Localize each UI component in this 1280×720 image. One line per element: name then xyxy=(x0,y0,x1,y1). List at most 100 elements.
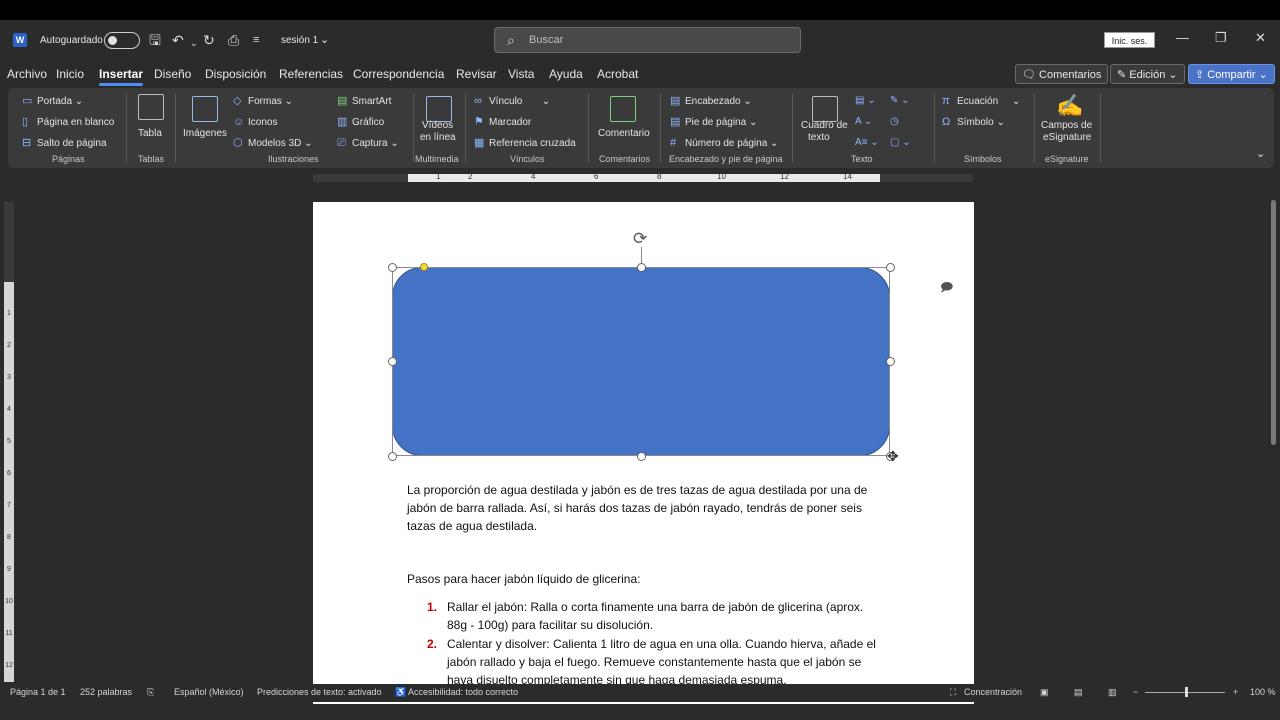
table-icon[interactable] xyxy=(138,94,164,120)
tab-vista[interactable]: Vista xyxy=(508,67,534,81)
tab-disposicion[interactable]: Disposición xyxy=(205,67,266,81)
video-label-2[interactable]: en línea xyxy=(420,132,456,144)
print-layout-icon[interactable]: ▤ xyxy=(1074,687,1083,698)
document-title[interactable]: sesión 1 xyxy=(281,35,318,46)
wordart-icon[interactable]: A ⌄ xyxy=(855,116,872,128)
tab-ayuda[interactable]: Ayuda xyxy=(549,67,583,81)
zoom-slider-knob[interactable] xyxy=(1185,687,1188,697)
resize-handle[interactable] xyxy=(886,263,895,272)
video-label-1[interactable]: Vídeos xyxy=(422,120,453,132)
table-button-label[interactable]: Tabla xyxy=(138,128,162,140)
header-button[interactable]: ▤ Encabezado ⌄ xyxy=(670,95,752,108)
document-page[interactable]: ⟳ 🗩 ✥ La proporción de agua destilada y … xyxy=(313,202,974,704)
date-time-icon[interactable]: ◷ xyxy=(890,116,899,128)
equation-button[interactable]: π Ecuación ⌄ xyxy=(942,95,1020,108)
close-icon[interactable]: ✕ xyxy=(1255,30,1266,46)
blank-page-button[interactable]: ▯ Página en blanco xyxy=(22,116,114,129)
link-button[interactable]: ∞ Vínculo ⌄ xyxy=(474,95,550,108)
tab-acrobat[interactable]: Acrobat xyxy=(597,67,638,81)
restore-icon[interactable]: ❐ xyxy=(1215,30,1227,46)
footer-button[interactable]: ▤ Pie de página ⌄ xyxy=(670,116,757,129)
zoom-level[interactable]: 100 % xyxy=(1250,687,1276,697)
resize-handle[interactable] xyxy=(637,452,646,461)
capture-button[interactable]: ⎚ Captura ⌄ xyxy=(337,137,399,150)
search-box[interactable]: ⌕ Buscar xyxy=(494,27,801,53)
quick-parts-icon[interactable]: ▤ ⌄ xyxy=(855,95,876,107)
vertical-scrollbar[interactable] xyxy=(1268,188,1278,684)
undo-dropdown-icon[interactable]: ⌄ xyxy=(190,35,198,51)
language-status[interactable]: Español (México) xyxy=(174,687,244,697)
print-icon[interactable]: ⎙ xyxy=(228,32,239,48)
page-break-button[interactable]: ⊟ Salto de página xyxy=(22,137,107,150)
autosave-toggle[interactable] xyxy=(104,32,140,49)
customize-toolbar-icon[interactable]: ≡ xyxy=(253,32,259,48)
resize-handle[interactable] xyxy=(886,357,895,366)
tab-revisar[interactable]: Revisar xyxy=(456,67,497,81)
minimize-icon[interactable]: — xyxy=(1176,30,1189,45)
images-icon[interactable] xyxy=(192,96,218,122)
link-label: Vínculo xyxy=(489,96,523,107)
tab-insertar[interactable]: Insertar xyxy=(99,67,144,86)
accessibility-status[interactable]: Accesibilidad: todo correcto xyxy=(408,687,518,697)
focus-button[interactable]: Concentración xyxy=(964,687,1022,697)
textbox-icon[interactable] xyxy=(812,96,838,122)
textbox-label-2[interactable]: texto xyxy=(808,132,830,144)
comment-marker-icon[interactable]: 🗩 xyxy=(940,278,953,299)
word-count[interactable]: 252 palabras xyxy=(80,687,132,697)
undo-icon[interactable]: ↶ xyxy=(172,32,184,48)
page-count[interactable]: Página 1 de 1 xyxy=(10,687,66,697)
paragraph-line: La proporción de agua destilada y jabón … xyxy=(407,483,868,497)
signin-button[interactable]: Inic. ses. xyxy=(1104,32,1155,48)
proofing-icon[interactable]: ⎘ xyxy=(147,687,154,698)
web-layout-icon[interactable]: ▥ xyxy=(1108,687,1117,698)
title-chevron-icon[interactable]: ⌄ xyxy=(320,33,329,46)
icons-icon: ☺ xyxy=(233,116,245,128)
esign-label-1[interactable]: Campos de xyxy=(1041,120,1092,132)
editing-button[interactable]: ✎ Edición ⌄ xyxy=(1110,64,1185,84)
separator xyxy=(175,94,176,162)
tab-archivo[interactable]: Archivo xyxy=(7,67,47,81)
cover-page-button[interactable]: ▭ Portada ⌄ xyxy=(22,95,83,108)
video-icon[interactable] xyxy=(426,96,452,122)
horizontal-ruler[interactable]: 1 2 4 6 8 10 12 14 xyxy=(0,170,1280,186)
smartart-button[interactable]: ▤ SmartArt xyxy=(337,95,391,108)
tab-diseno[interactable]: Diseño xyxy=(154,67,191,81)
3d-models-button[interactable]: ⬡ Modelos 3D ⌄ xyxy=(233,137,313,150)
zoom-out-icon[interactable]: − xyxy=(1133,687,1138,697)
share-button[interactable]: ⇪ Compartir ⌄ xyxy=(1188,64,1275,84)
tab-inicio[interactable]: Inicio xyxy=(56,67,84,81)
signature-line-icon[interactable]: ✎ ⌄ xyxy=(890,95,910,107)
dropcap-icon[interactable]: A≡ ⌄ xyxy=(855,137,879,149)
redo-icon[interactable]: ↻ xyxy=(203,32,215,48)
tab-correspondencia[interactable]: Correspondencia xyxy=(353,67,444,81)
predictions-status[interactable]: Predicciones de texto: activado xyxy=(257,687,382,697)
zoom-in-icon[interactable]: + xyxy=(1233,687,1238,697)
rotate-handle-icon[interactable]: ⟳ xyxy=(633,229,647,249)
bookmark-button[interactable]: ⚑ Marcador xyxy=(474,116,531,129)
symbol-button[interactable]: Ω Símbolo ⌄ xyxy=(942,116,1005,129)
textbox-label-1[interactable]: Cuadro de xyxy=(801,120,848,132)
page-number-button[interactable]: # Número de página ⌄ xyxy=(670,137,778,150)
new-comment-icon[interactable] xyxy=(610,96,636,122)
images-button-label[interactable]: Imágenes xyxy=(183,128,227,140)
adjust-corner-handle[interactable] xyxy=(420,263,428,271)
scrollbar-thumb[interactable] xyxy=(1271,200,1276,445)
esign-label-2[interactable]: eSignature xyxy=(1043,132,1091,144)
resize-handle[interactable] xyxy=(388,263,397,272)
read-mode-icon[interactable]: ▣ xyxy=(1040,687,1049,698)
save-icon[interactable]: 🖫 xyxy=(149,32,161,48)
resize-handle[interactable] xyxy=(388,452,397,461)
chart-button[interactable]: ▥ Gráfico xyxy=(337,116,384,129)
comment-button-label[interactable]: Comentario xyxy=(598,128,650,140)
object-icon[interactable]: ▢ ⌄ xyxy=(890,137,911,149)
icons-button[interactable]: ☺ Iconos xyxy=(233,116,277,129)
esignature-icon[interactable]: ✍ xyxy=(1056,94,1083,118)
resize-handle[interactable] xyxy=(637,263,646,272)
equation-label: Ecuación xyxy=(957,96,999,107)
tab-referencias[interactable]: Referencias xyxy=(279,67,343,81)
crossref-button[interactable]: ▦ Referencia cruzada xyxy=(474,137,576,150)
comments-button[interactable]: 🗨 Comentarios xyxy=(1015,64,1109,84)
shapes-button[interactable]: ◇ Formas ⌄ xyxy=(233,95,293,108)
resize-handle[interactable] xyxy=(388,357,397,366)
collapse-ribbon-icon[interactable]: ⌄ xyxy=(1256,148,1265,160)
